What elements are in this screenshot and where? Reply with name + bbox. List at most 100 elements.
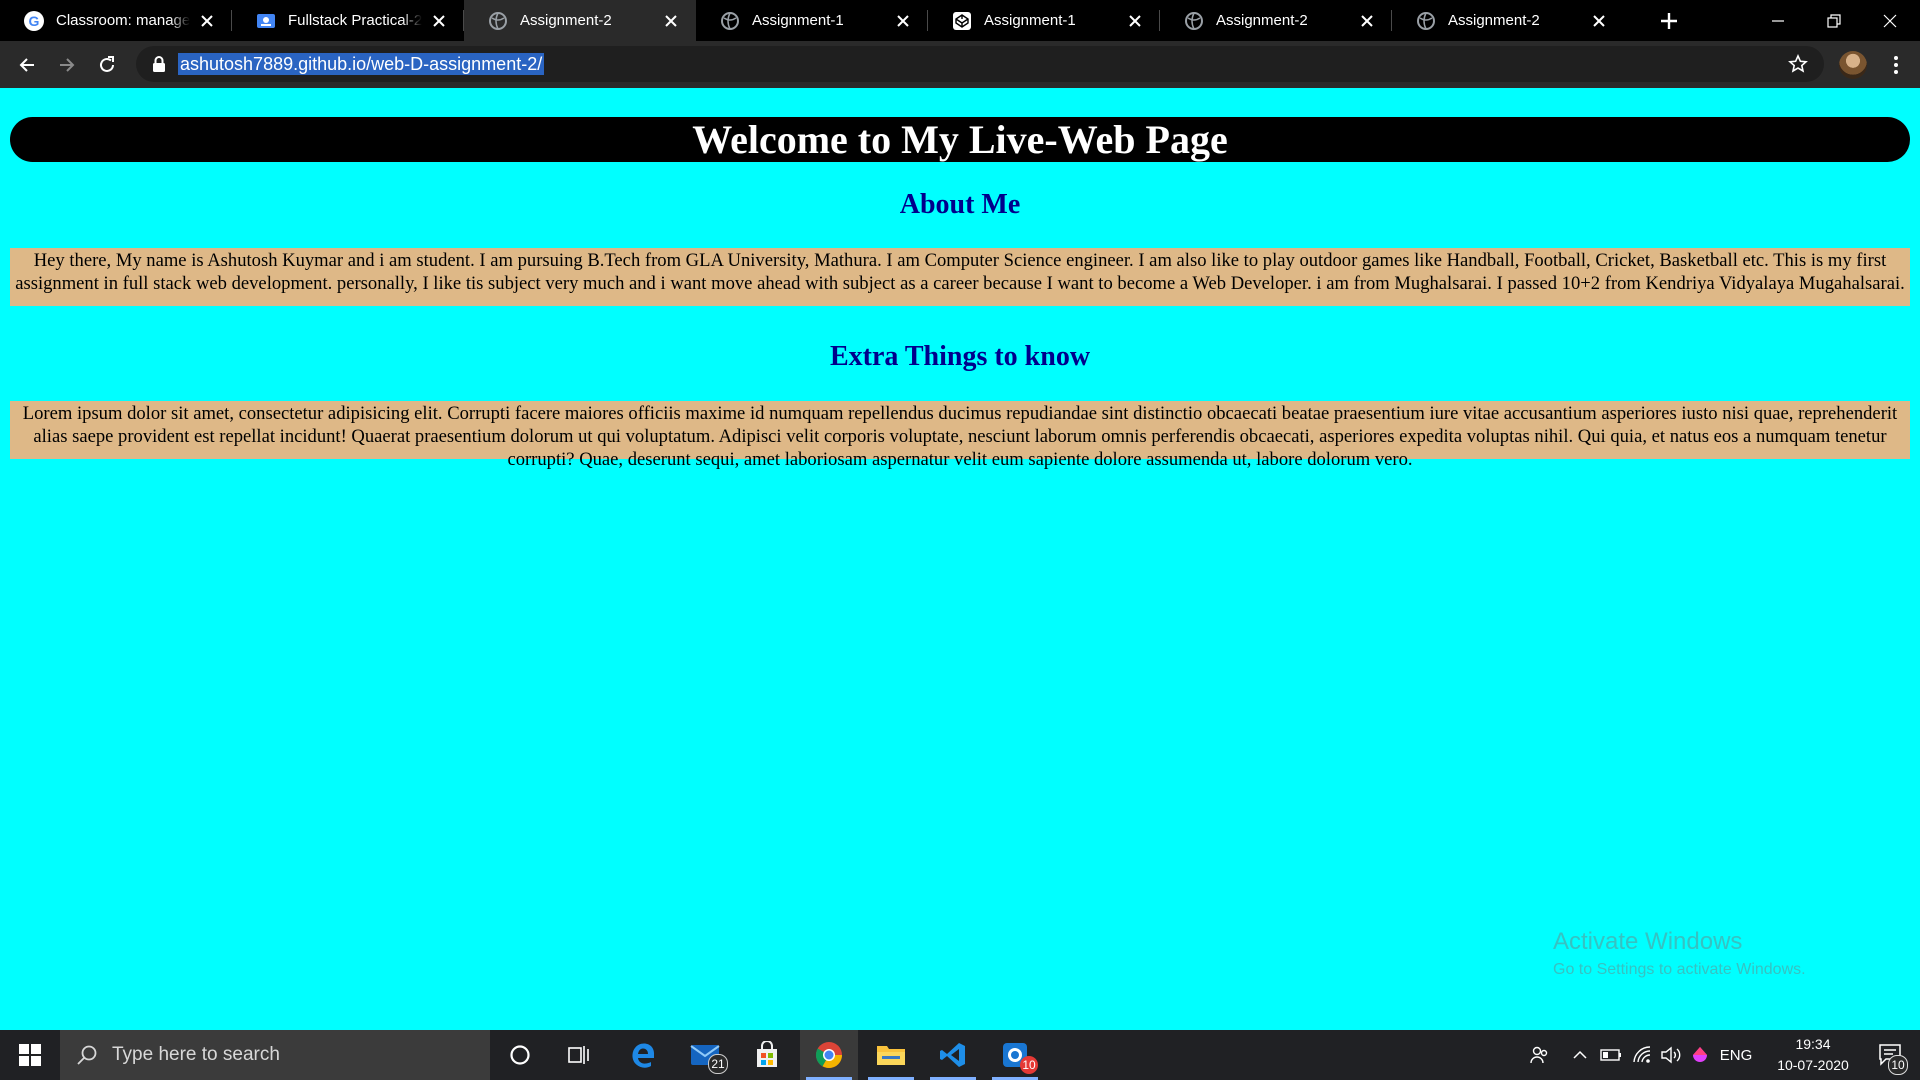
clock-time: 19:34 bbox=[1795, 1036, 1831, 1052]
about-heading: About Me bbox=[899, 189, 1021, 220]
new-tab-button[interactable] bbox=[1654, 6, 1684, 36]
lock-icon bbox=[153, 56, 165, 72]
browser-toolbar: ashutosh7889.github.io/web-D-assignment-… bbox=[0, 41, 1920, 88]
tab-assignment-2[interactable]: Assignment-2 bbox=[1392, 0, 1624, 41]
windows-taskbar: Type here to search 21 10 ENG 19:34 10-0… bbox=[0, 1030, 1920, 1080]
browser-menu-button[interactable] bbox=[1882, 51, 1910, 79]
people-icon bbox=[1530, 1046, 1548, 1064]
store-button[interactable] bbox=[738, 1030, 796, 1080]
extra-heading: Extra Things to know bbox=[829, 341, 1091, 372]
task-view-icon bbox=[568, 1046, 589, 1064]
minimize-button[interactable] bbox=[1750, 0, 1806, 41]
chrome-app-button[interactable]: 10 bbox=[986, 1030, 1044, 1080]
bookmark-star-icon[interactable] bbox=[1788, 54, 1808, 74]
tab-title: Fullstack Practical-2 bbox=[288, 12, 422, 29]
google-g-icon: G bbox=[24, 10, 44, 31]
mail-button[interactable]: 21 bbox=[676, 1030, 734, 1080]
profile-avatar[interactable] bbox=[1839, 51, 1867, 79]
globe-icon bbox=[1184, 11, 1204, 31]
close-icon[interactable] bbox=[892, 10, 914, 32]
arrow-left-icon bbox=[19, 58, 34, 72]
close-icon[interactable] bbox=[196, 10, 218, 32]
url-text[interactable]: ashutosh7889.github.io/web-D-assignment-… bbox=[178, 53, 545, 75]
reload-button[interactable] bbox=[92, 50, 122, 80]
extra-paragraph: Lorem ipsum dolor sit amet, consectetur … bbox=[10, 401, 1910, 470]
clock-date: 10-07-2020 bbox=[1777, 1057, 1849, 1073]
tab-title: Assignment-2 bbox=[1448, 12, 1540, 29]
chrome-icon bbox=[815, 1042, 843, 1069]
activate-windows-subtitle: Go to Settings to activate Windows. bbox=[1553, 961, 1806, 978]
search-placeholder: Type here to search bbox=[112, 1044, 280, 1065]
battery-icon bbox=[1600, 1049, 1621, 1061]
minimize-icon bbox=[1772, 19, 1784, 22]
cortana-icon bbox=[510, 1045, 530, 1065]
page-banner-title: Welcome to My Live-Web Page bbox=[10, 117, 1910, 162]
cortana-button[interactable] bbox=[491, 1030, 549, 1080]
plus-icon bbox=[1661, 13, 1677, 29]
arrow-right-icon bbox=[60, 58, 75, 72]
tab-title: Classroom: manage teachers bbox=[56, 12, 190, 29]
back-button[interactable] bbox=[12, 50, 42, 80]
close-icon[interactable] bbox=[428, 10, 450, 32]
input-language-button[interactable]: ENG bbox=[1716, 1030, 1756, 1080]
tab-classroom[interactable]: G Classroom: manage teachers bbox=[0, 0, 232, 41]
chevron-up-icon bbox=[1573, 1050, 1587, 1059]
classroom-icon bbox=[256, 11, 276, 31]
tab-assignment-1[interactable]: Assignment-1 bbox=[696, 0, 928, 41]
tab-assignment-2-active[interactable]: Assignment-2 bbox=[464, 0, 696, 41]
svg-text:G: G bbox=[29, 13, 40, 29]
tab-strip: G Classroom: manage teachers Fullstack P… bbox=[0, 0, 1920, 41]
tab-fullstack-practical[interactable]: Fullstack Practical-2 bbox=[232, 0, 464, 41]
app-badge: 10 bbox=[1020, 1056, 1038, 1074]
globe-icon bbox=[488, 11, 508, 31]
close-icon bbox=[1883, 14, 1897, 27]
window-close-button[interactable] bbox=[1862, 0, 1918, 41]
action-center-button[interactable]: 10 bbox=[1868, 1030, 1914, 1080]
mail-badge: 21 bbox=[708, 1054, 728, 1074]
tab-title: Assignment-1 bbox=[984, 12, 1076, 29]
network-button[interactable] bbox=[1630, 1030, 1656, 1080]
colorful-tray-button[interactable] bbox=[1688, 1030, 1712, 1080]
taskbar-search-box[interactable]: Type here to search bbox=[60, 1030, 490, 1080]
close-icon[interactable] bbox=[1356, 10, 1378, 32]
chrome-button[interactable] bbox=[800, 1030, 858, 1080]
notification-badge: 10 bbox=[1888, 1055, 1908, 1075]
close-icon[interactable] bbox=[1124, 10, 1146, 32]
restore-icon bbox=[1827, 13, 1841, 28]
tab-title: Assignment-2 bbox=[520, 12, 612, 29]
paint-drop-icon bbox=[1693, 1047, 1707, 1062]
tab-title: Assignment-2 bbox=[1216, 12, 1308, 29]
speaker-icon bbox=[1661, 1046, 1681, 1064]
folder-icon bbox=[877, 1046, 905, 1065]
windows-logo-icon bbox=[19, 1044, 41, 1066]
globe-icon bbox=[1416, 11, 1436, 31]
battery-button[interactable] bbox=[1598, 1030, 1624, 1080]
start-button[interactable] bbox=[0, 1030, 60, 1080]
address-bar[interactable]: ashutosh7889.github.io/web-D-assignment-… bbox=[136, 46, 1824, 82]
edge-icon bbox=[632, 1043, 655, 1068]
forward-button[interactable] bbox=[52, 50, 82, 80]
codepen-icon bbox=[952, 11, 972, 31]
show-hidden-icons-button[interactable] bbox=[1568, 1030, 1592, 1080]
volume-button[interactable] bbox=[1658, 1030, 1684, 1080]
edge-button[interactable] bbox=[614, 1030, 672, 1080]
globe-icon bbox=[720, 11, 740, 31]
task-view-button[interactable] bbox=[551, 1030, 609, 1080]
restore-button[interactable] bbox=[1806, 0, 1862, 41]
web-page: Welcome to My Live-Web Page About Me Hey… bbox=[0, 88, 1920, 1030]
tab-assignment-2[interactable]: Assignment-2 bbox=[1160, 0, 1392, 41]
system-clock[interactable]: 19:34 10-07-2020 bbox=[1758, 1034, 1868, 1076]
reload-icon bbox=[100, 56, 114, 72]
people-button[interactable] bbox=[1522, 1030, 1556, 1080]
search-icon bbox=[77, 1045, 97, 1065]
tab-title: Assignment-1 bbox=[752, 12, 844, 29]
close-icon[interactable] bbox=[660, 10, 682, 32]
file-explorer-button[interactable] bbox=[862, 1030, 920, 1080]
tab-assignment-1-codepen[interactable]: Assignment-1 bbox=[928, 0, 1160, 41]
wifi-icon bbox=[1633, 1046, 1651, 1063]
vscode-button[interactable] bbox=[924, 1030, 982, 1080]
store-bag-icon bbox=[757, 1041, 777, 1067]
vscode-icon bbox=[940, 1043, 965, 1067]
activate-windows-title: Activate Windows bbox=[1553, 928, 1743, 955]
close-icon[interactable] bbox=[1588, 10, 1610, 32]
